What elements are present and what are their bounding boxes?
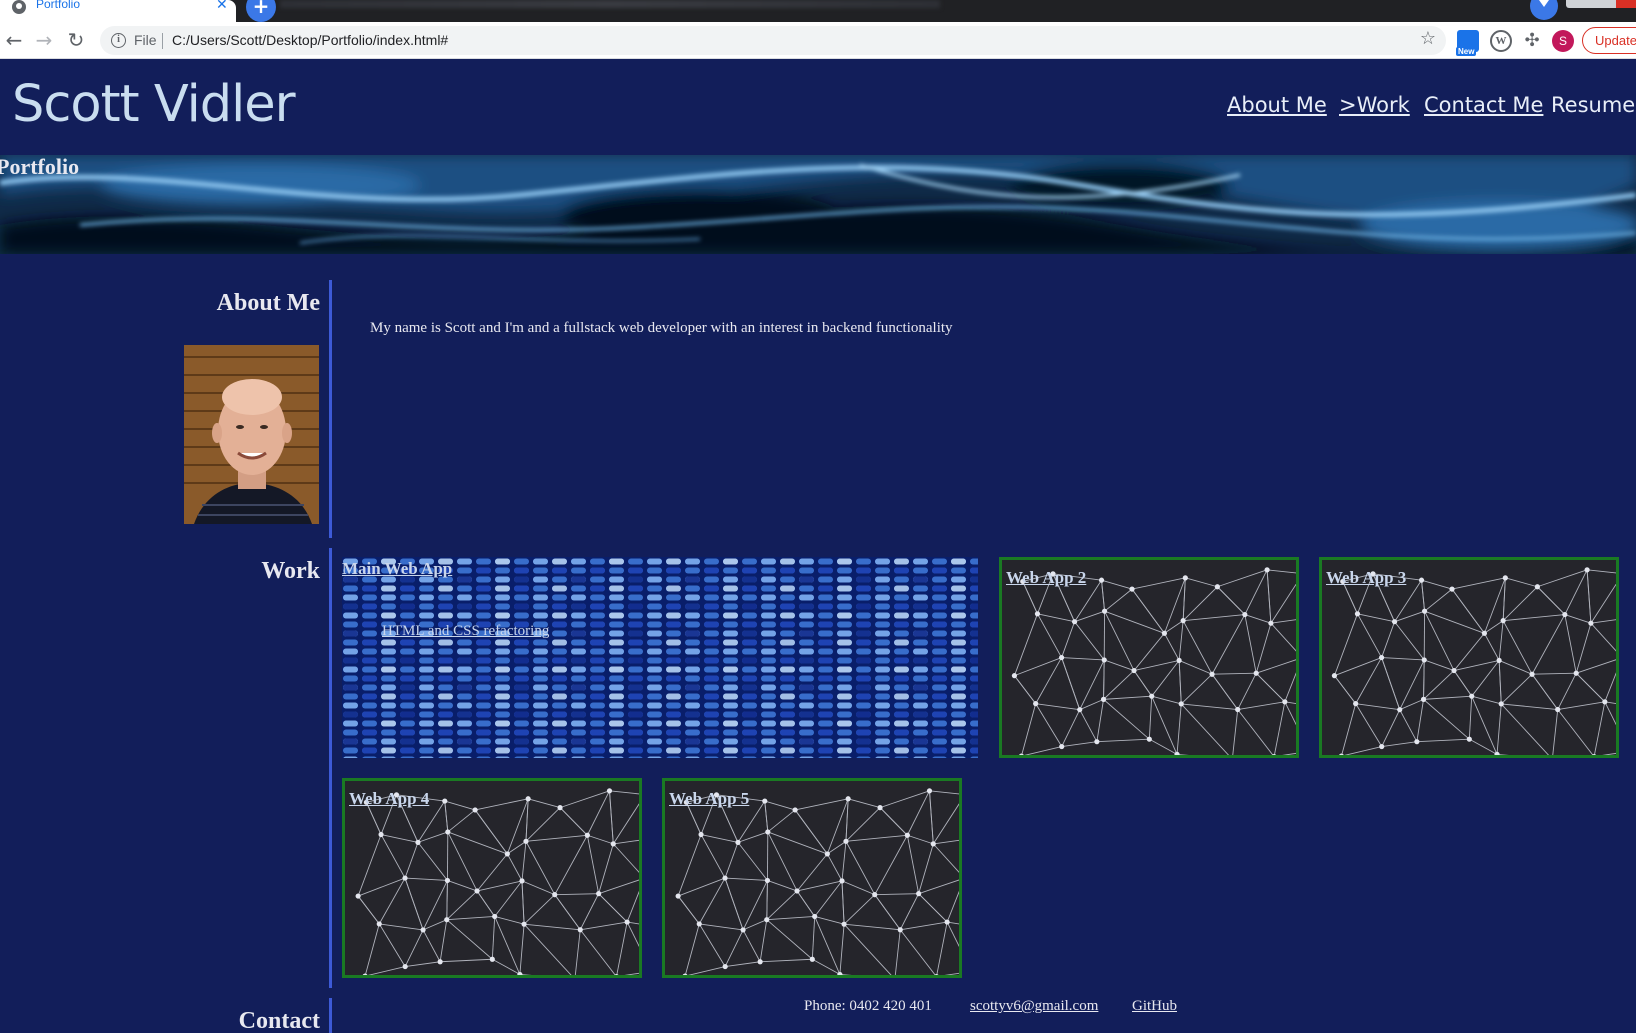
- contact-github-link[interactable]: GitHub: [1132, 998, 1177, 1015]
- main-web-app-card[interactable]: Main Web App HTML and CSS refactoring: [342, 557, 978, 758]
- update-button[interactable]: Update: [1582, 27, 1636, 54]
- address-divider: [162, 33, 163, 49]
- network-graphic: [1002, 560, 1296, 755]
- banner-label: Portfolio: [0, 154, 80, 179]
- web-app-2-card[interactable]: Web App 2: [999, 557, 1299, 758]
- forward-arrow-icon[interactable]: →: [30, 26, 58, 54]
- web-app-3-card[interactable]: Web App 3: [1319, 557, 1619, 758]
- about-divider: [329, 280, 332, 538]
- hero-banner: [0, 155, 1636, 254]
- address-url[interactable]: C:/Users/Scott/Desktop/Portfolio/index.h…: [172, 32, 448, 48]
- contact-email-link[interactable]: scottyv6@gmail.com: [970, 998, 1098, 1015]
- main-web-app-subtitle[interactable]: HTML and CSS refactoring: [382, 623, 549, 640]
- star-icon[interactable]: ☆: [1420, 28, 1436, 49]
- address-prefix: File: [134, 32, 157, 48]
- network-graphic: [1322, 560, 1616, 755]
- globe-icon: [12, 0, 26, 14]
- profile-photo: [184, 345, 319, 524]
- close-icon[interactable]: ✕: [216, 0, 228, 13]
- browser-tab-portfolio[interactable]: Portfolio ✕: [0, 0, 236, 22]
- wordpress-icon[interactable]: W: [1490, 30, 1512, 52]
- puzzle-icon[interactable]: ✣: [1521, 30, 1543, 52]
- blurred-tabs: [280, 0, 940, 8]
- contact-divider: [329, 998, 332, 1033]
- browser-toolbar: ← → ↻ i File C:/Users/Scott/Desktop/Port…: [0, 22, 1636, 59]
- info-icon[interactable]: i: [111, 33, 126, 48]
- work-divider: [329, 548, 332, 988]
- work-heading: Work: [261, 558, 320, 584]
- web-app-3-link[interactable]: Web App 3: [1326, 568, 1406, 588]
- new-tab-button[interactable]: +: [246, 0, 276, 22]
- address-bar[interactable]: i File C:/Users/Scott/Desktop/Portfolio/…: [100, 26, 1446, 55]
- reload-icon[interactable]: ↻: [62, 26, 90, 54]
- site-title: Scott Vidler: [12, 75, 296, 134]
- contact-phone: Phone: 0402 420 401: [804, 998, 932, 1014]
- tab-title: Portfolio: [36, 0, 81, 11]
- nav-resume[interactable]: Resume: [1551, 93, 1635, 117]
- contact-heading: Contact: [238, 1008, 320, 1033]
- network-graphic: [345, 781, 639, 975]
- nav-about-me[interactable]: About Me: [1227, 93, 1327, 117]
- back-arrow-icon[interactable]: ←: [0, 26, 28, 54]
- web-app-5-card[interactable]: Web App 5: [662, 778, 962, 978]
- nav-work[interactable]: >Work: [1339, 93, 1410, 117]
- about-description: My name is Scott and I'm and a fullstack…: [370, 320, 953, 336]
- browser-tabstrip: Portfolio ✕ +: [0, 0, 1636, 22]
- extension-new-badge: New: [1456, 47, 1477, 56]
- web-app-4-card[interactable]: Web App 4: [342, 778, 642, 978]
- web-app-5-link[interactable]: Web App 5: [669, 789, 749, 809]
- tab-search-icon[interactable]: [1530, 0, 1558, 20]
- nav-contact-me[interactable]: Contact Me: [1424, 93, 1543, 117]
- window-controls[interactable]: [1566, 0, 1636, 8]
- main-web-app-link[interactable]: Main Web App: [342, 559, 452, 579]
- about-heading: About Me: [216, 290, 320, 316]
- extension-icon[interactable]: New: [1456, 30, 1479, 56]
- profile-avatar[interactable]: S: [1552, 30, 1574, 52]
- web-app-2-link[interactable]: Web App 2: [1006, 568, 1086, 588]
- network-graphic: [665, 781, 959, 975]
- web-app-4-link[interactable]: Web App 4: [349, 789, 429, 809]
